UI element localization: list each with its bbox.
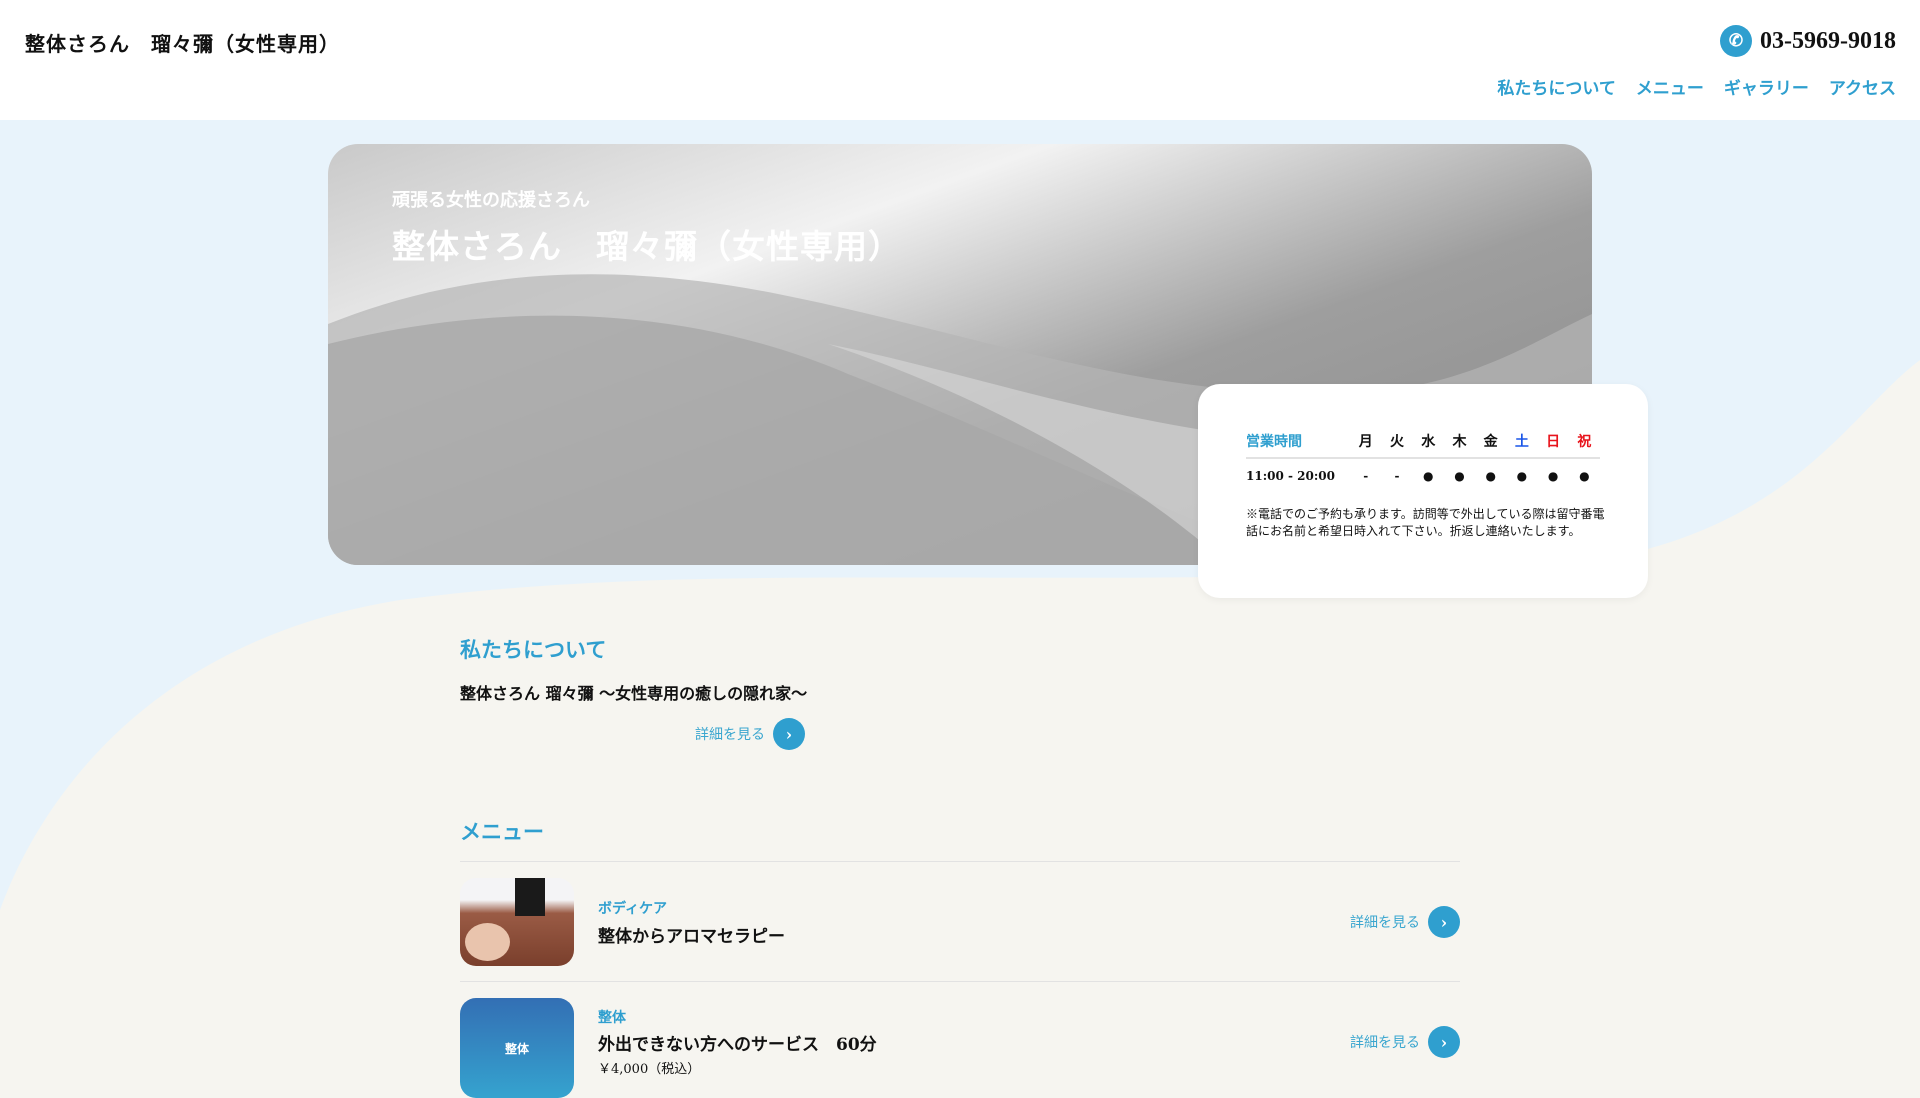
phone-icon: ✆	[1720, 25, 1753, 57]
nav-access[interactable]: アクセス	[1829, 74, 1896, 99]
about-heading: 私たちについて	[460, 634, 606, 664]
phone-number: 03-5969-9018	[1760, 27, 1896, 54]
main-nav: 私たちについて メニュー ギャラリー アクセス	[1497, 74, 1896, 99]
divider	[460, 981, 1460, 982]
chevron-right-icon: ›	[1428, 906, 1460, 938]
phone-link[interactable]: ✆ 03-5969-9018	[1720, 25, 1896, 57]
chevron-right-icon: ›	[773, 718, 805, 750]
open-mark: -	[1363, 468, 1369, 483]
nav-gallery[interactable]: ギャラリー	[1724, 74, 1809, 99]
open-mark: ●	[1485, 468, 1496, 483]
site-title[interactable]: 整体さろん 瑠々彌（女性専用）	[25, 28, 340, 57]
hours-table: 営業時間 月火水木金土日祝 11:00 - 20:00 - - ● ● ● ● ● ●	[1246, 424, 1600, 492]
divider	[460, 861, 1460, 862]
more-label: 詳細を見る	[1350, 1035, 1420, 1051]
hero-title: 整体さろん 瑠々彌（女性専用）	[392, 227, 902, 266]
about-more-label: 詳細を見る	[695, 727, 765, 743]
day-5: 土	[1514, 433, 1529, 450]
hours-note: ※電話でのご予約も承ります。訪問等で外出している際は留守番電話にお名前と希望日時…	[1246, 507, 1605, 538]
hours-time: 11:00 - 20:00	[1246, 468, 1335, 483]
massage-photo	[460, 878, 574, 966]
menu-item-category: ボディケア	[598, 901, 668, 917]
hours-header-row: 営業時間 月火水木金土日祝	[1246, 424, 1600, 458]
nav-menu[interactable]: メニュー	[1636, 74, 1704, 99]
site-header: 整体さろん 瑠々彌（女性専用） ✆ 03-5969-9018 私たちについて メ…	[0, 0, 1920, 120]
day-4: 金	[1483, 433, 1498, 450]
open-mark: ●	[1422, 468, 1434, 483]
nav-about[interactable]: 私たちについて	[1497, 74, 1616, 99]
day-3: 木	[1452, 433, 1467, 450]
open-mark: ●	[1547, 468, 1559, 483]
menu-item-more-link[interactable]: 詳細を見る ›	[1350, 1026, 1460, 1058]
day-7: 祝	[1577, 433, 1592, 450]
hours-time-row: 11:00 - 20:00 - - ● ● ● ● ● ●	[1246, 458, 1600, 492]
day-1: 火	[1389, 433, 1404, 450]
hero-subtitle: 頑張る女性の応援さろん	[392, 190, 590, 211]
open-mark: ●	[1454, 468, 1465, 483]
more-label: 詳細を見る	[1350, 915, 1420, 931]
menu-item-name: 外出できない方へのサービス 60分	[598, 1035, 877, 1055]
about-text: 整体さろん 瑠々彌 ～女性専用の癒しの隠れ家～	[460, 684, 808, 703]
menu-item[interactable]: ボディケア 整体からアロマセラピー 詳細を見る ›	[460, 878, 1460, 966]
seitai-thumbnail: 整体	[460, 998, 574, 1098]
about-heading-text: 私たちについて	[460, 637, 607, 662]
about-more-link[interactable]: 詳細を見る ›	[695, 718, 805, 750]
chevron-right-icon: ›	[1428, 1026, 1460, 1058]
menu-item-category: 整体	[598, 1010, 626, 1026]
day-0: 月	[1358, 433, 1373, 450]
menu-item-more-link[interactable]: 詳細を見る ›	[1350, 906, 1460, 938]
menu-item-price: ￥4,000（税込）	[598, 1062, 701, 1077]
open-mark: -	[1394, 468, 1400, 483]
day-6: 日	[1546, 433, 1561, 450]
open-mark: ●	[1579, 468, 1590, 483]
day-2: 水	[1421, 433, 1436, 450]
menu-item[interactable]: 整体 整体 外出できない方へのサービス 60分 ￥4,000（税込） 詳細を見る…	[460, 998, 1460, 1098]
hours-label: 営業時間	[1246, 433, 1302, 450]
menu-item-name: 整体からアロマセラピー	[598, 927, 785, 947]
thumb-text: 整体	[504, 1041, 529, 1056]
menu-heading: メニュー	[460, 816, 544, 846]
open-mark: ●	[1516, 468, 1528, 483]
menu-heading-text: メニュー	[460, 819, 544, 844]
business-hours-card: 営業時間 月火水木金土日祝 11:00 - 20:00 - - ● ● ● ● ● ● ※電話…	[1198, 384, 1648, 598]
